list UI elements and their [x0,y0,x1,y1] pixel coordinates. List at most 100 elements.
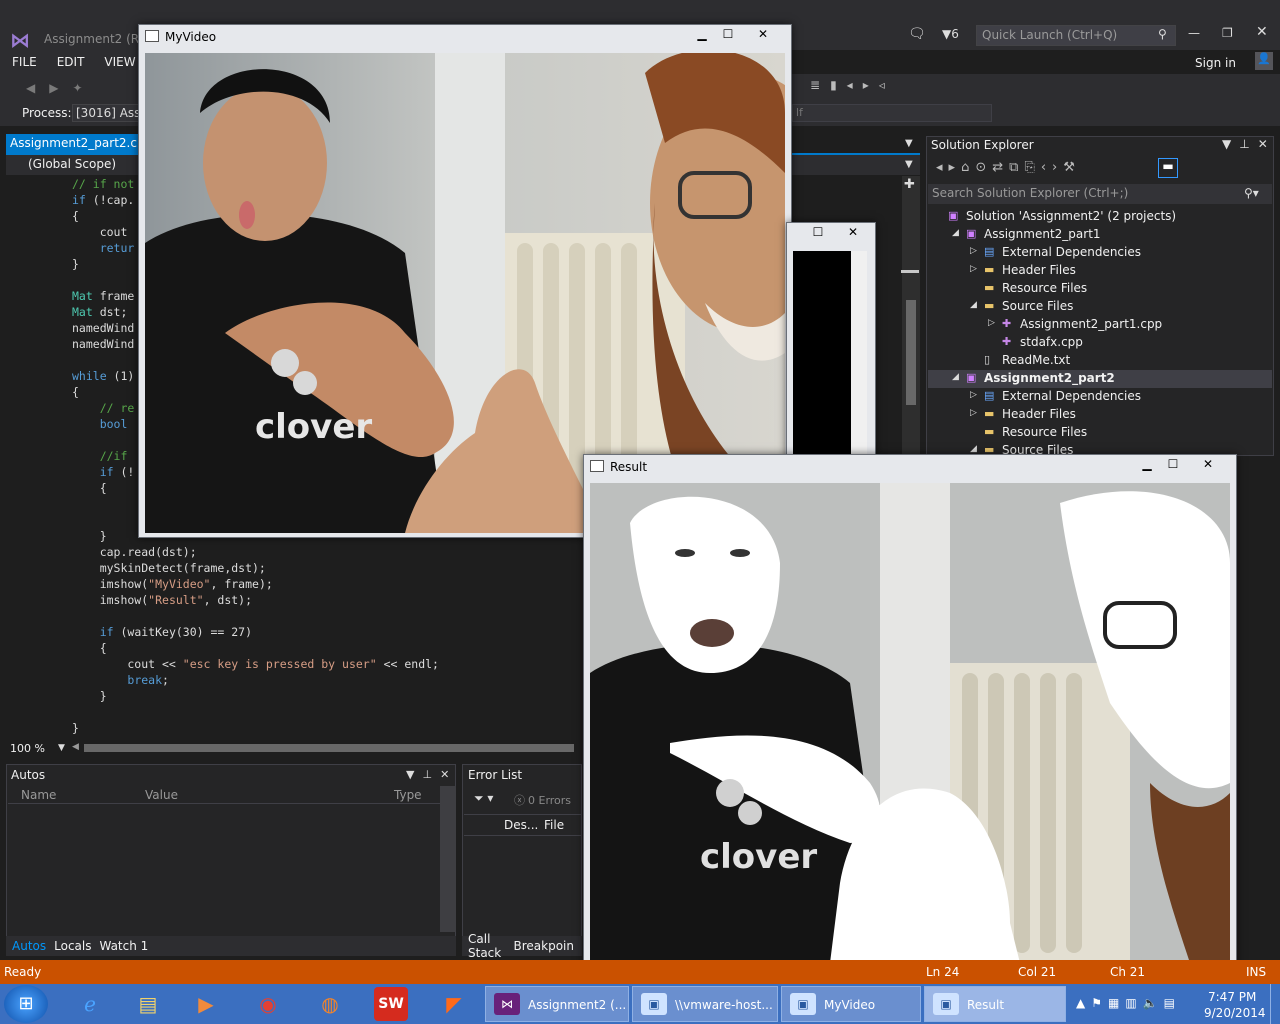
solution-search-input[interactable]: Search Solution Explorer (Ctrl+;) [928,184,1272,204]
column-type[interactable]: Type [394,788,422,802]
close-icon[interactable]: ✕ [1258,137,1276,151]
notifications-button[interactable]: ▼ 6 [942,27,959,41]
tree-item[interactable]: ◢ ▣ Assignment2_part2 [928,370,1272,388]
tab-watch1[interactable]: Watch 1 [99,939,148,953]
forward-icon[interactable]: ▸ [949,160,962,175]
menu-file[interactable]: FILE [12,55,37,69]
back-icon[interactable]: ◂ [936,160,949,175]
console-titlebar[interactable]: ☐ ✕ [787,223,875,247]
expander-icon[interactable]: ◢ [952,228,962,238]
myvideo-titlebar[interactable]: MyVideo ▁ ☐ ✕ [139,25,791,49]
close-button[interactable]: ✕ [1256,24,1268,40]
tree-item[interactable]: ▬ Resource Files [928,424,1272,442]
media-player-icon[interactable]: ▶ [180,987,232,1021]
show-desktop-button[interactable] [1270,984,1280,1024]
tree-item[interactable]: ✚ stdafx.cpp [928,334,1272,352]
tree-item[interactable]: ◢ ▣ Assignment2_part1 [928,226,1272,244]
column-description[interactable]: Des... [504,818,538,832]
action-center-icon[interactable]: ⚑ [1091,996,1108,1010]
close-icon[interactable]: ✕ [440,768,457,781]
tree-item[interactable]: ▷ ✚ Assignment2_part1.cpp [928,316,1272,334]
next-bookmark-icon[interactable]: ▸ [863,78,879,92]
solidworks-icon[interactable]: SW [374,987,408,1021]
expander-icon[interactable]: ▷ [970,390,980,400]
tab-breakpoints[interactable]: Breakpoin [514,939,575,953]
pin-icon[interactable]: ⊥ [422,768,440,781]
tree-item[interactable]: ▣ Solution 'Assignment2' (2 projects) [928,208,1272,226]
zoom-dropdown-icon[interactable]: ▼ [58,743,65,753]
task-myvideo[interactable]: ▣ MyVideo [781,986,921,1022]
expander-icon[interactable]: ▷ [988,318,998,328]
search-icon[interactable]: ⚲ [1158,27,1167,41]
sublime-text-icon[interactable]: ◤ [428,987,480,1021]
device-icon[interactable]: ▦ [1108,996,1125,1010]
editor-scroll-thumb[interactable] [906,300,916,405]
column-value[interactable]: Value [145,788,178,802]
maximize-button[interactable]: ❐ [1222,26,1233,40]
clock-date[interactable]: 9/20/2014 [1204,1006,1266,1020]
network-icon[interactable]: ▥ [1125,996,1142,1010]
dropdown-icon[interactable]: ▼ [1222,137,1239,151]
menu-view[interactable]: VIEW [104,55,135,69]
search-icon[interactable]: ⚲▾ [1244,186,1259,200]
tree-item[interactable]: ▬ Resource Files [928,280,1272,298]
task-visual-studio[interactable]: ⋈ Assignment2 (... [485,986,629,1022]
properties-icon[interactable]: ⚒ [1063,160,1081,175]
maximize-button[interactable]: ☐ [715,25,741,43]
file-explorer-icon[interactable]: ▤ [122,987,174,1021]
avatar[interactable]: 👤 [1255,52,1273,70]
menu-edit[interactable]: EDIT [57,55,85,69]
tree-item[interactable]: ▷ ▤ External Dependencies [928,388,1272,406]
scope-select[interactable]: (Global Scope) [28,157,116,171]
minimize-button[interactable]: ▁ [689,25,715,43]
back-icon[interactable]: ◀ [26,81,35,95]
clock-time[interactable]: 7:47 PM [1208,990,1256,1004]
collapse-all-icon[interactable]: ⧉ [1009,160,1024,175]
zoom-level[interactable]: 100 % [10,742,45,755]
tab-locals[interactable]: Locals [54,939,91,953]
tree-item[interactable]: ▯ ReadMe.txt [928,352,1272,370]
tree-item[interactable]: ▷ ▬ Header Files [928,406,1272,424]
new-project-icon[interactable]: ✦ [72,81,82,95]
input-icon[interactable]: ▤ [1164,996,1181,1010]
task-vmware-folder[interactable]: ▣ \\vmware-host... [632,986,778,1022]
pending-changes-icon[interactable]: ⊙ [975,160,992,175]
clear-bookmarks-icon[interactable]: ◃ [879,78,895,92]
preview-selected-toggle[interactable]: ▬ [1158,158,1178,178]
quick-launch-input[interactable]: Quick Launch (Ctrl+Q) [976,25,1176,46]
filter-icon[interactable]: ⏷ ▾ [474,791,493,806]
expander-icon[interactable]: ▷ [970,246,980,256]
tab-dropdown-icon[interactable]: ▼ [905,138,913,149]
minimize-button[interactable]: ▁ [1134,455,1160,473]
sync-icon[interactable]: ⇄ [992,160,1009,175]
maximize-button[interactable]: ☐ [1160,455,1186,473]
start-button[interactable]: ⊞ [4,985,48,1023]
forward-icon[interactable]: ▶ [49,81,58,95]
prev-bookmark-icon[interactable]: ◂ [847,78,863,92]
column-file[interactable]: File [544,818,564,832]
expander-icon[interactable]: ◢ [970,300,980,310]
member-dropdown-icon[interactable]: ▼ [905,159,913,170]
bookmark-icon[interactable]: ▮ [830,78,847,92]
chrome-icon[interactable]: ◉ [242,987,294,1021]
close-button[interactable]: ✕ [741,25,785,43]
volume-icon[interactable]: 🔈 [1143,996,1164,1010]
show-hidden-icons-icon[interactable]: ▲ [1076,996,1091,1010]
document-tab[interactable]: Assignment2_part2.cpp [6,134,152,154]
minimize-button[interactable]: — [1188,26,1200,40]
dropdown-icon[interactable]: ▼ [406,768,422,781]
autos-scrollbar[interactable] [440,786,456,932]
result-window[interactable]: Result ▁ ☐ ✕ clover [583,454,1237,968]
split-window-icon[interactable]: ✚ [904,177,915,192]
firefox-icon[interactable]: ◍ [304,987,356,1021]
column-name[interactable]: Name [21,788,56,802]
editor-horizontal-scrollbar[interactable] [84,744,574,752]
maximize-button[interactable]: ☐ [805,223,831,241]
tab-call-stack[interactable]: Call Stack [468,932,506,960]
show-all-files-icon[interactable]: ⎘ [1024,160,1040,175]
expander-icon[interactable]: ◢ [970,444,980,454]
close-button[interactable]: ✕ [831,223,875,241]
tree-item[interactable]: ▷ ▬ Header Files [928,262,1272,280]
close-button[interactable]: ✕ [1186,455,1230,473]
expander-icon[interactable]: ▷ [970,264,980,274]
